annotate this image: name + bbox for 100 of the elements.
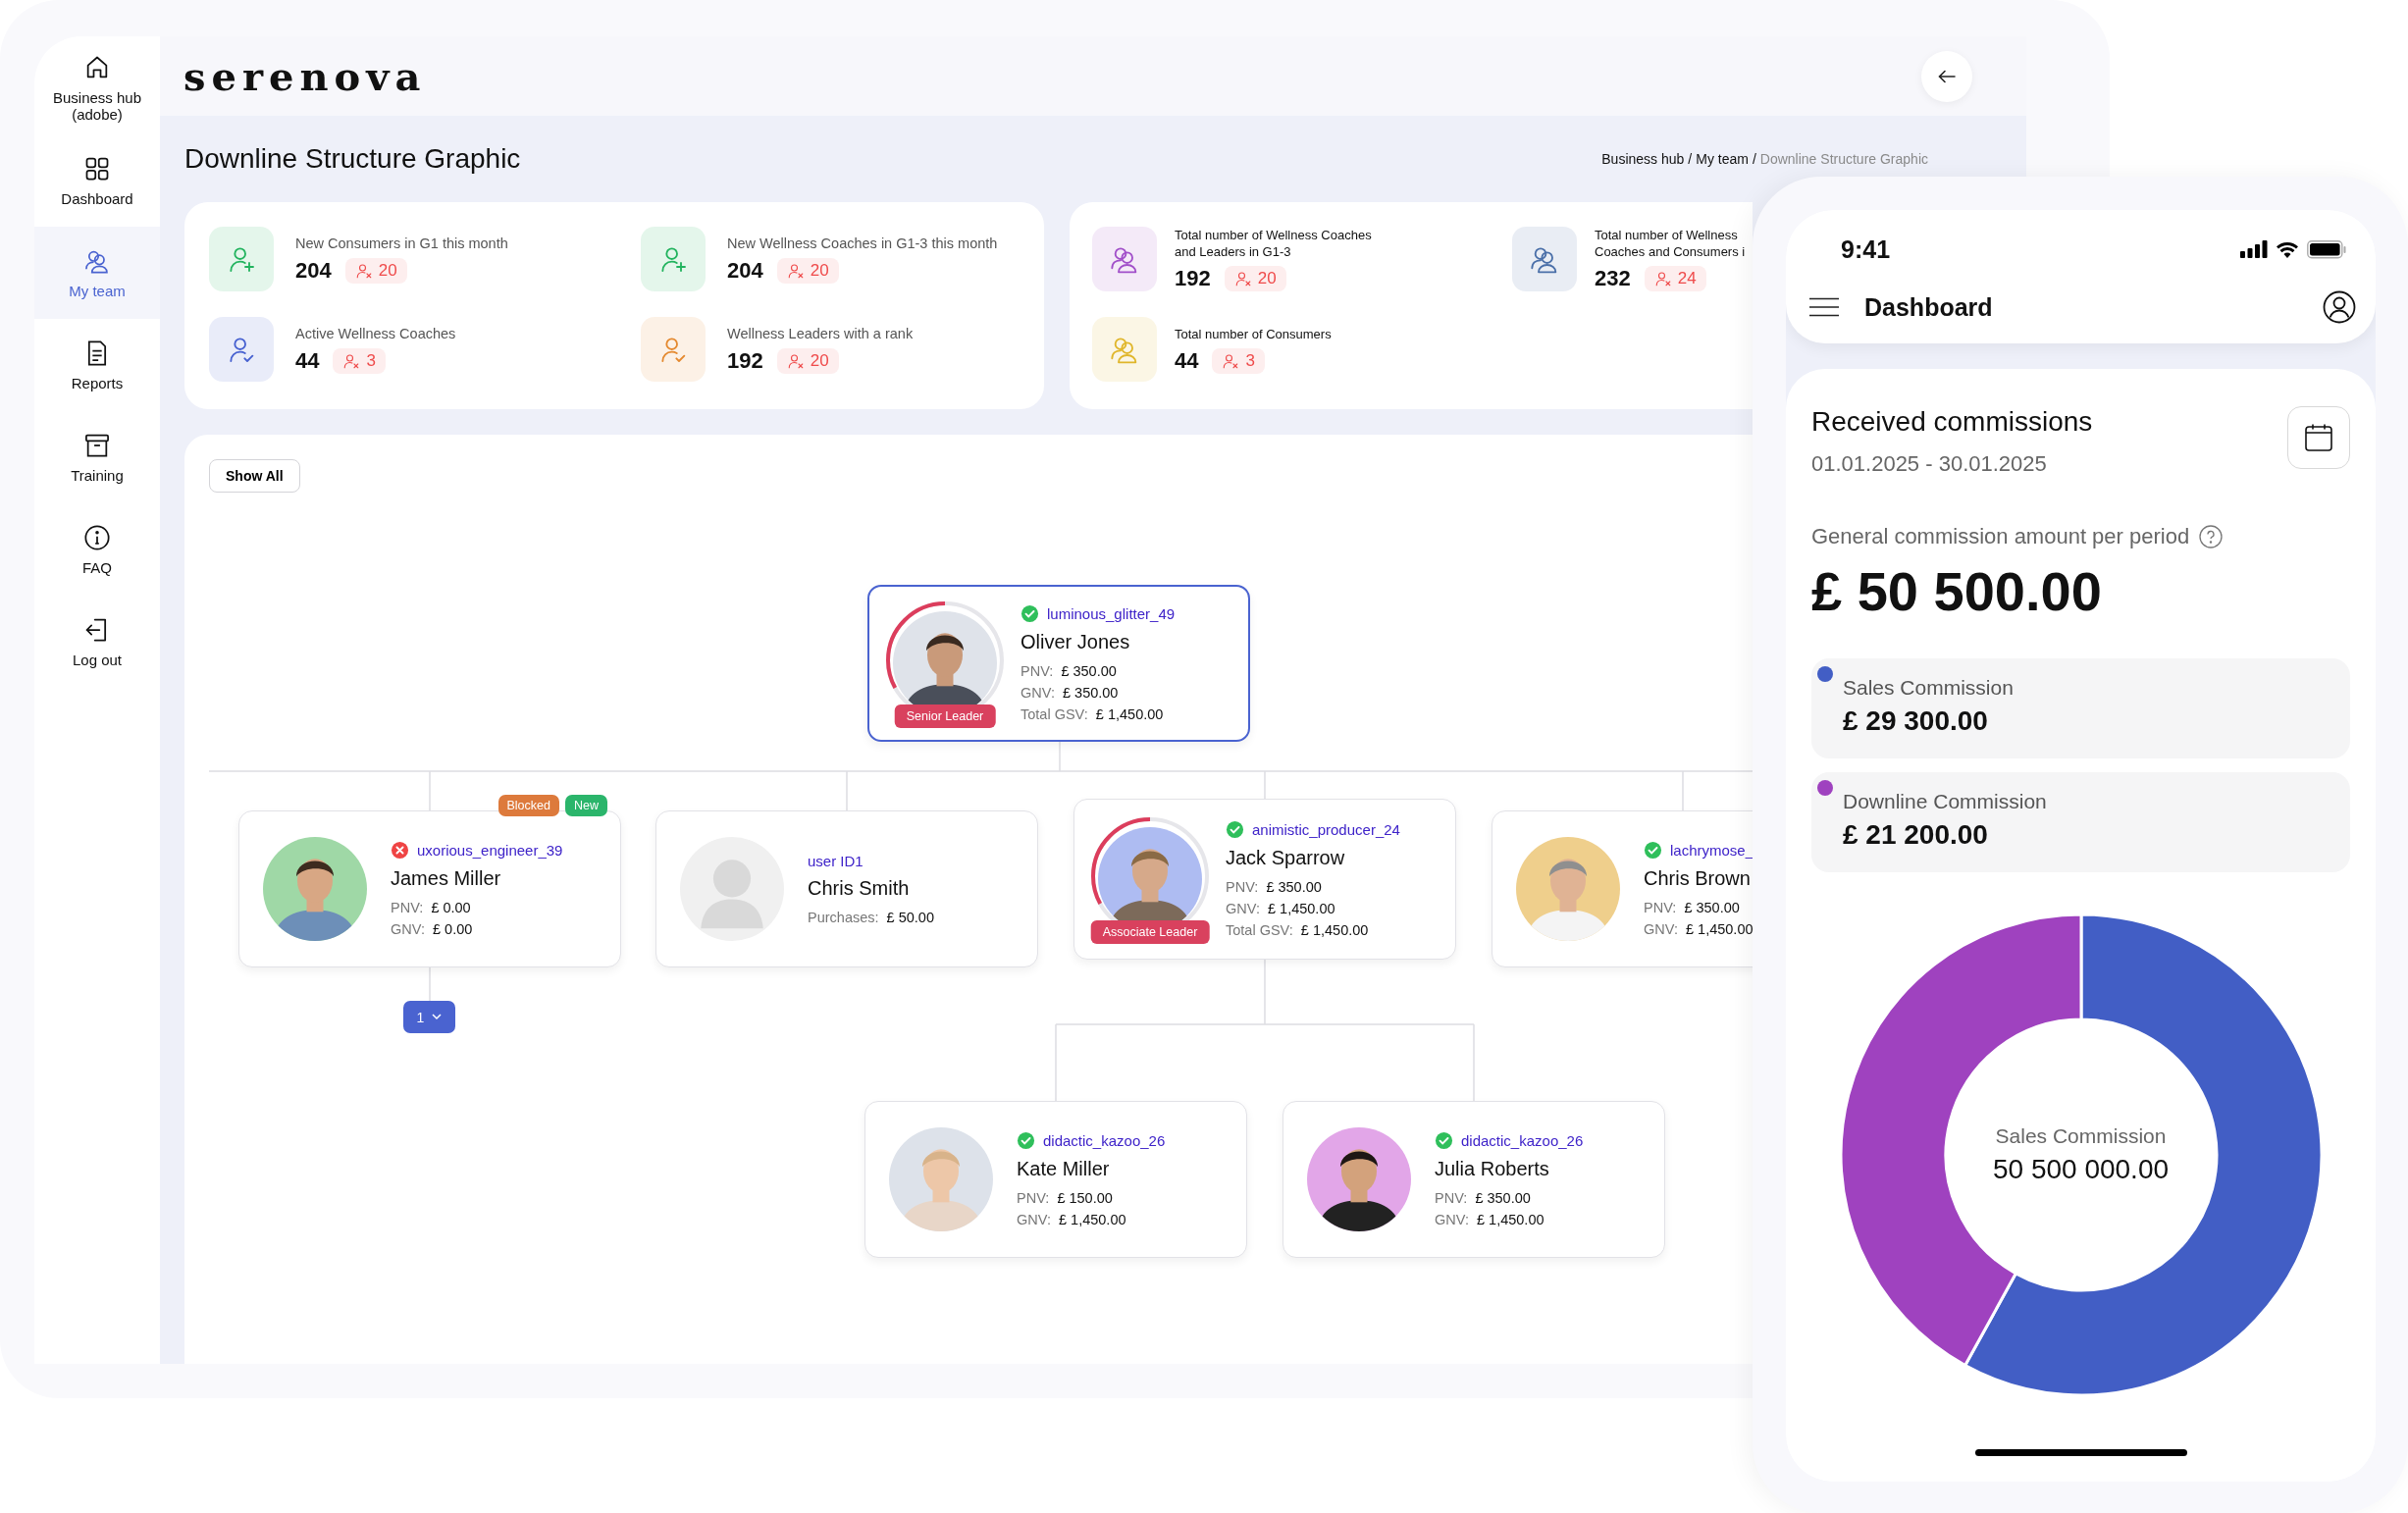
signal-icon bbox=[2240, 240, 2268, 258]
metric-text: GNV: £ 1,450.00 bbox=[1017, 1212, 1127, 1227]
stat-label: Total number of Consumers bbox=[1175, 325, 1332, 342]
username-link[interactable]: didactic_kazoo_26 bbox=[1043, 1132, 1166, 1149]
total-amount: £ 50 500.00 bbox=[1811, 559, 2103, 623]
member-card[interactable]: didactic_kazoo_26 Kate Miller PNV: £ 150.00 GNV: £ 1,450.00 bbox=[864, 1101, 1247, 1258]
sidebar-item[interactable]: Dashboard bbox=[34, 134, 160, 227]
metric-text: PNV: £ 350.00 bbox=[1021, 663, 1118, 679]
member-name: James Miller bbox=[391, 867, 502, 890]
commission-label: Sales Commission bbox=[1843, 676, 2015, 700]
stat-value: 232 bbox=[1595, 266, 1631, 291]
member-card[interactable]: user ID1 Chris Smith Purchases: £ 50.00 bbox=[655, 810, 1038, 967]
member-name: Chris Brown bbox=[1644, 867, 1752, 890]
metric-text: GNV: £ 1,450.00 bbox=[1226, 901, 1336, 916]
calendar-button[interactable] bbox=[2287, 406, 2350, 469]
wifi-icon bbox=[2276, 240, 2299, 258]
member-card[interactable]: didactic_kazoo_26 Julia Roberts PNV: £ 350.00 GNV: £ 1,450.00 bbox=[1283, 1101, 1665, 1258]
chevron-down-icon bbox=[432, 1014, 443, 1020]
show-all-button[interactable]: Show All bbox=[209, 459, 300, 493]
sidebar-item[interactable]: Reports bbox=[34, 319, 160, 411]
breadcrumb-separator: / bbox=[1688, 151, 1693, 167]
user-remove-icon bbox=[342, 351, 361, 370]
username-link[interactable]: uxorious_engineer_39 bbox=[417, 842, 563, 859]
sidebar-item[interactable]: FAQ bbox=[34, 503, 160, 596]
username-link[interactable]: didactic_kazoo_26 bbox=[1461, 1132, 1584, 1149]
member-name: Chris Smith bbox=[808, 877, 911, 900]
sidebar-item[interactable]: Business hub (adobe) bbox=[34, 42, 160, 134]
metric-text: Purchases: £ 50.00 bbox=[808, 910, 934, 925]
username-link[interactable]: luminous_glitter_49 bbox=[1047, 605, 1176, 622]
member-card[interactable]: uxorious_engineer_39 James Miller PNV: £ 0.00 GNV: £ 0.00 bbox=[238, 810, 621, 967]
page-title: Downline Structure Graphic bbox=[184, 143, 521, 175]
stat-label: Total number of Wellness Coaches and Leaders in G1-3 bbox=[1175, 227, 1372, 260]
change-badge: 20 bbox=[1224, 266, 1286, 291]
member-name: Oliver Jones bbox=[1021, 631, 1131, 653]
commission-amount: £ 21 200.00 bbox=[1843, 819, 1989, 851]
rank-badge: Senior Leader bbox=[894, 704, 996, 728]
stat-value: 204 bbox=[295, 257, 332, 284]
user-remove-icon bbox=[1222, 351, 1240, 370]
metric-text: PNV: £ 350.00 bbox=[1644, 900, 1741, 915]
change-badge: 24 bbox=[1644, 266, 1706, 291]
username-link[interactable]: user ID1 bbox=[808, 853, 864, 869]
user-remove-icon bbox=[354, 261, 373, 280]
chart-center-value: 50 500 000.00 bbox=[1992, 1154, 2170, 1185]
commission-amount: £ 29 300.00 bbox=[1843, 705, 1989, 737]
logo: serenova bbox=[183, 53, 427, 99]
metric-text: Total GSV: £ 1,450.00 bbox=[1226, 922, 1370, 938]
profile-icon[interactable] bbox=[2323, 290, 2356, 324]
commission-label: Downline Commission bbox=[1843, 790, 2048, 813]
avatar-placeholder-icon bbox=[680, 837, 784, 941]
stat-value: 192 bbox=[727, 347, 763, 374]
stat-label: New Consumers in G1 this month bbox=[295, 235, 508, 252]
total-label: General commission amount per period bbox=[1811, 524, 2190, 549]
breadcrumb-link[interactable]: My team bbox=[1696, 151, 1749, 167]
stat-label: Total number of Wellness Coaches and Consumers i bbox=[1595, 227, 1746, 260]
member-card[interactable]: Associate Leader animistic_producer_24 Jack Sparrow PNV: £ 350.00 GNV: £ 1,450.00 Total GSV: £ 1,450.00 bbox=[1073, 799, 1456, 960]
sidebar-item[interactable]: My team bbox=[34, 227, 160, 319]
sidebar-item[interactable]: Log out bbox=[34, 596, 160, 688]
calendar-icon bbox=[2304, 423, 2333, 452]
screen-title: Dashboard bbox=[1864, 292, 1994, 322]
member-name: Jack Sparrow bbox=[1226, 847, 1346, 869]
user-remove-icon bbox=[786, 261, 805, 280]
status-tag: Blocked bbox=[497, 795, 559, 816]
sidebar-item[interactable]: Training bbox=[34, 411, 160, 503]
stat-value: 44 bbox=[295, 347, 320, 374]
help-icon[interactable] bbox=[2199, 525, 2224, 548]
metric-text: GNV: £ 1,450.00 bbox=[1435, 1212, 1545, 1227]
breadcrumb-separator: / bbox=[1752, 151, 1756, 167]
page-dropdown[interactable]: 1 bbox=[403, 1001, 455, 1033]
metric-text: GNV: £ 350.00 bbox=[1021, 685, 1120, 701]
metric-text: Total GSV: £ 1,450.00 bbox=[1021, 706, 1165, 722]
member-name: Kate Miller bbox=[1017, 1158, 1111, 1180]
chart-center-label: Sales Commission bbox=[1995, 1124, 2167, 1148]
member-name: Julia Roberts bbox=[1435, 1158, 1550, 1180]
arrow-left-icon bbox=[1938, 69, 1956, 83]
change-badge: 20 bbox=[344, 257, 407, 284]
metric-text: PNV: £ 350.00 bbox=[1226, 879, 1323, 895]
username-link[interactable]: animistic_producer_24 bbox=[1252, 821, 1400, 838]
metric-text: PNV: £ 150.00 bbox=[1017, 1190, 1114, 1206]
stat-label: Wellness Leaders with a rank bbox=[727, 325, 914, 342]
battery-icon bbox=[2307, 239, 2346, 259]
user-remove-icon bbox=[786, 351, 805, 370]
stat-value: 44 bbox=[1175, 347, 1199, 374]
info-icon bbox=[83, 523, 111, 551]
metric-text: GNV: £ 0.00 bbox=[391, 921, 474, 937]
metric-text: GNV: £ 1,450.00 bbox=[1644, 921, 1753, 937]
stat-value: 192 bbox=[1175, 266, 1211, 291]
user-remove-icon bbox=[1653, 270, 1672, 287]
status-tag: New bbox=[565, 795, 607, 816]
rank-badge: Associate Leader bbox=[1090, 920, 1210, 944]
stat-label: New Wellness Coaches in G1-3 this month bbox=[727, 235, 998, 252]
change-badge: 3 bbox=[333, 347, 386, 374]
date-range: 01.01.2025 - 30.01.2025 bbox=[1811, 451, 2048, 477]
metric-text: PNV: £ 350.00 bbox=[1435, 1190, 1532, 1206]
member-card[interactable]: Senior Leader luminous_glitter_49 Oliver Jones PNV: £ 350.00 GNV: £ 350.00 Total GSV: £ 1,450.00 bbox=[867, 585, 1250, 742]
menu-icon[interactable] bbox=[1809, 297, 1839, 317]
metric-text: PNV: £ 0.00 bbox=[391, 900, 472, 915]
change-badge: 20 bbox=[776, 347, 839, 374]
stat-label: Active Wellness Coaches bbox=[295, 325, 456, 342]
breadcrumb-link[interactable]: Business hub bbox=[1601, 151, 1685, 167]
user-remove-icon bbox=[1233, 270, 1252, 287]
